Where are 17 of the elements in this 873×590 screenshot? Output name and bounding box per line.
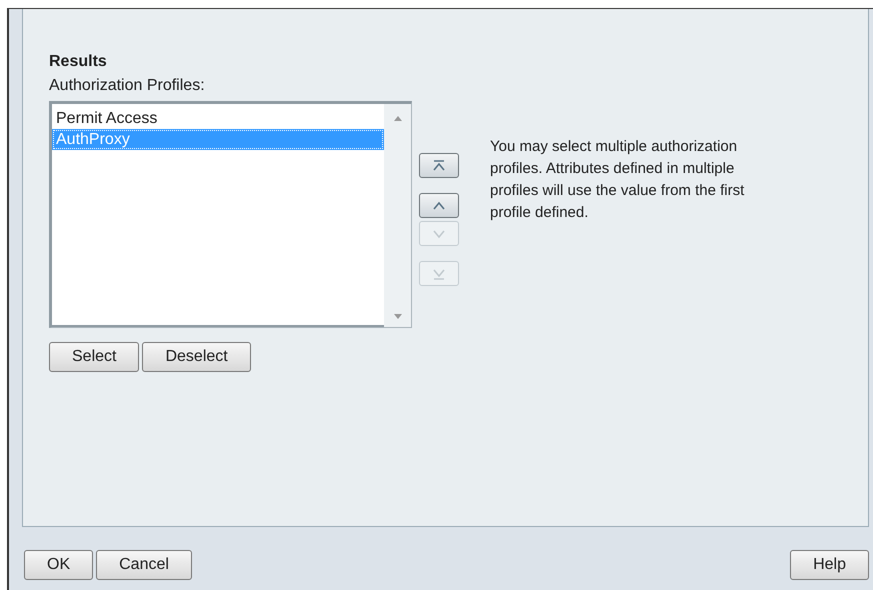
- profile-list[interactable]: Permit Access AuthProxy: [49, 101, 412, 328]
- scroll-up-icon[interactable]: [394, 116, 402, 121]
- dialog-button[interactable]: OK: [24, 550, 94, 580]
- move-top-button[interactable]: [419, 153, 459, 178]
- move-up-button[interactable]: [419, 193, 459, 218]
- scroll-down-icon[interactable]: [394, 314, 402, 319]
- move-top-icon: [431, 158, 447, 172]
- dialog-button[interactable]: Help: [790, 550, 869, 580]
- move-bottom-icon: [431, 266, 447, 280]
- list-item[interactable]: Permit Access: [52, 108, 384, 129]
- field-label: Authorization Profiles:: [49, 77, 206, 95]
- dialog-button[interactable]: Deselect: [142, 342, 251, 372]
- section-title: Results: [49, 53, 108, 71]
- dialog-button[interactable]: Cancel: [96, 550, 192, 580]
- scrollbar[interactable]: [384, 104, 411, 327]
- dialog-button[interactable]: Select: [49, 342, 140, 372]
- help-text: You may select multiple authorization profiles. Attributes defined in multiple profiles will use the value from the first profile defined.: [490, 137, 746, 223]
